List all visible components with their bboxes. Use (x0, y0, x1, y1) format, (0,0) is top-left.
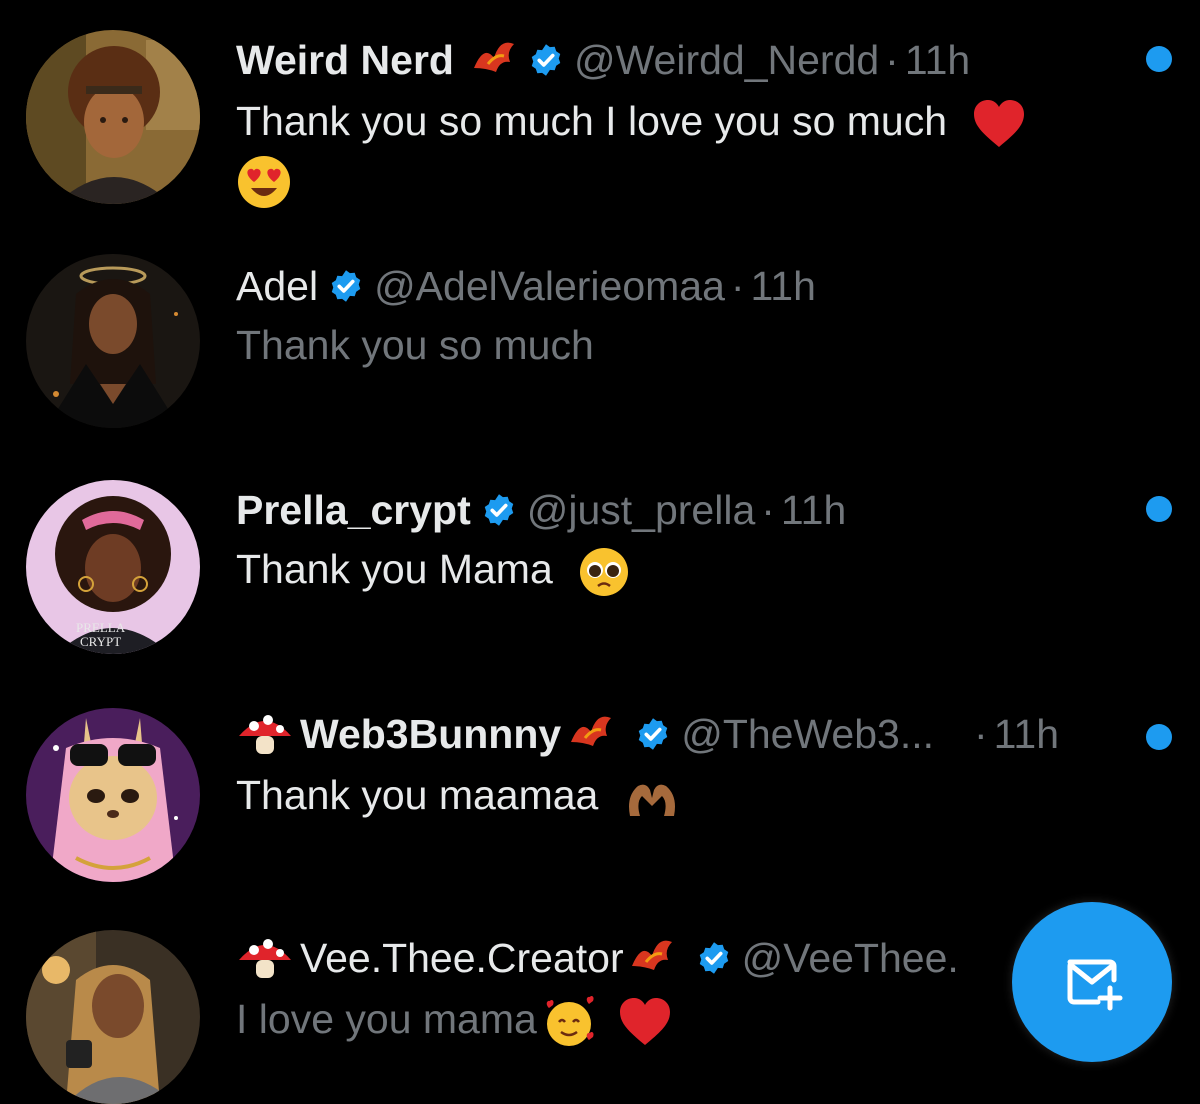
message-text: Thank you so much (236, 322, 594, 368)
message-text: I love you mama (236, 996, 537, 1042)
handle: @VeeThee. (741, 935, 959, 981)
message-preview: Thank you so much (236, 316, 1136, 374)
separator: · (761, 487, 775, 533)
conversation-item[interactable]: Weird Nerd @Weirdd_Nerdd · 11h Thank you… (0, 0, 1200, 230)
verified-badge-icon (528, 42, 564, 78)
display-name: Web3Bunnny (300, 711, 562, 757)
heart-eyes-emoji (236, 154, 292, 210)
heart-hands-emoji (624, 776, 680, 820)
avatar[interactable] (26, 30, 200, 204)
display-name: Prella_crypt (236, 487, 471, 533)
display-name: Vee.Thee.Creator (300, 935, 624, 981)
avatar-text: PRELLA (76, 620, 126, 635)
new-message-icon (1067, 959, 1123, 1011)
separator: · (974, 711, 988, 757)
pleading-face-emoji (578, 546, 630, 598)
red-heart-emoji (618, 997, 672, 1047)
separator: · (885, 37, 899, 83)
conversation-item[interactable]: PRELLA CRYPT Prella_crypt @just_prella ·… (0, 450, 1200, 680)
mushroom-emoji (236, 934, 294, 982)
avatar[interactable] (26, 254, 200, 428)
display-name: Weird Nerd (236, 37, 454, 83)
handle: @just_prella (526, 487, 756, 533)
mushroom-emoji (236, 710, 294, 758)
red-heart-emoji (972, 99, 1026, 149)
timestamp: 11h (780, 487, 847, 533)
timestamp: 11h (993, 711, 1060, 757)
separator: · (730, 263, 745, 309)
message-preview: Thank you Mama (236, 540, 1136, 598)
conversation-item[interactable]: Web3Bunnny @TheWeb3... · 11h Thank you m… (0, 680, 1200, 900)
display-name: Adel (236, 263, 319, 309)
message-text: Thank you so much I love you so much (236, 98, 948, 144)
message-preview: I love you mama (236, 990, 1136, 1048)
message-preview: Thank you so much I love you so much (236, 92, 1136, 210)
unread-dot (1146, 46, 1172, 72)
unread-dot (1146, 724, 1172, 750)
avatar-text: CRYPT (80, 634, 121, 649)
verified-badge-icon (481, 492, 517, 528)
message-text: Thank you Mama (236, 546, 553, 592)
verified-badge-icon (328, 268, 364, 304)
handle: @Weirdd_Nerdd (573, 37, 880, 83)
avatar[interactable] (26, 930, 200, 1104)
phoenix-emoji (628, 936, 676, 980)
verified-badge-icon (696, 940, 732, 976)
timestamp: 11h (750, 263, 816, 309)
phoenix-emoji (470, 38, 518, 82)
avatar[interactable]: PRELLA CRYPT (26, 480, 200, 654)
new-message-button[interactable] (1012, 902, 1172, 1062)
verified-badge-icon (635, 716, 671, 752)
smiling-hearts-emoji (541, 996, 597, 1048)
avatar[interactable] (26, 708, 200, 882)
timestamp: 11h (904, 37, 971, 83)
conversation-item[interactable]: Adel @AdelValerieomaa · 11h Thank you so… (0, 230, 1200, 450)
phoenix-emoji (567, 712, 615, 756)
message-text: Thank you maamaa (236, 772, 599, 818)
handle: @TheWeb3... (681, 711, 935, 757)
unread-dot (1146, 496, 1172, 522)
handle: @AdelValerieomaa (374, 263, 725, 309)
message-preview: Thank you maamaa (236, 766, 1136, 824)
